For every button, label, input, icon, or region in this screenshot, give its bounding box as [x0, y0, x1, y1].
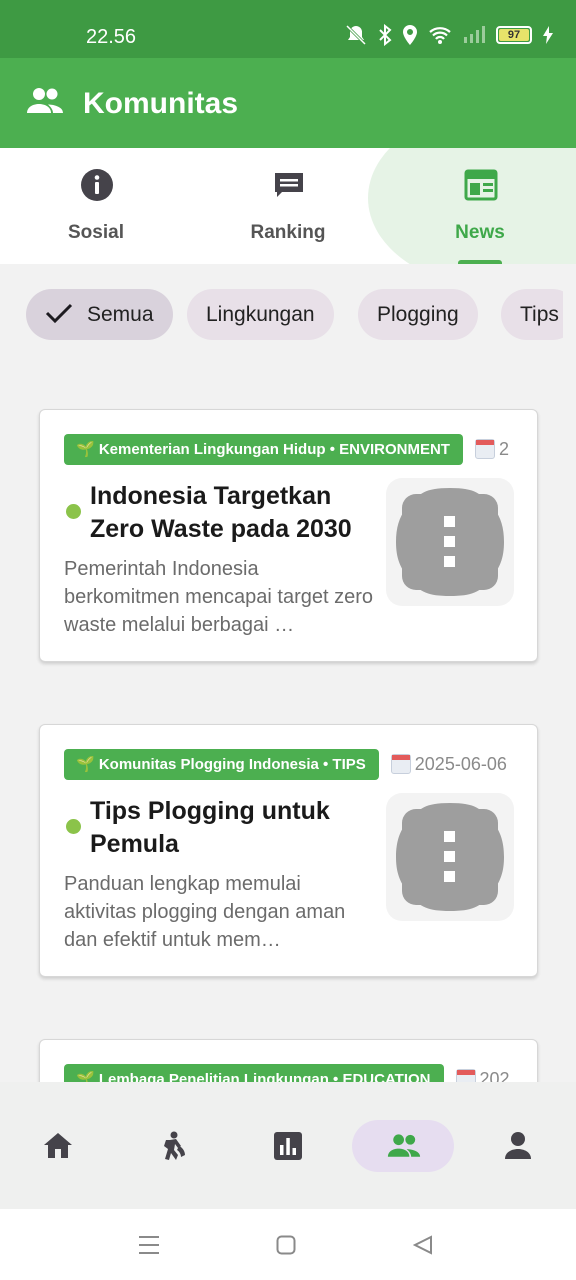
page-title: Komunitas	[83, 87, 239, 120]
calendar-icon	[474, 439, 495, 459]
status-dot	[66, 504, 81, 519]
source-badge: 🌱 Lembaga Penelitian Lingkungan • EDUCAT…	[64, 1064, 444, 1082]
card-meta: 🌱 Lembaga Penelitian Lingkungan • EDUCAT…	[64, 1064, 514, 1082]
home-button-icon[interactable]	[276, 1235, 296, 1255]
chip-label: Lingkungan	[206, 303, 315, 326]
app-bar: Komunitas	[0, 58, 576, 148]
menu-icon[interactable]	[138, 1235, 160, 1255]
people-icon	[27, 88, 63, 113]
news-card[interactable]: 🌱 Lembaga Penelitian Lingkungan • EDUCAT…	[39, 1039, 538, 1082]
info-icon	[81, 169, 113, 201]
article-thumbnail	[386, 478, 514, 606]
chip-plogging[interactable]: Plogging	[358, 289, 478, 340]
tab-news[interactable]: News	[384, 148, 576, 264]
newspaper-icon	[464, 169, 498, 201]
charging-icon	[543, 26, 553, 44]
chip-label: Semua	[87, 303, 154, 326]
chip-label: Tips	[520, 303, 559, 326]
status-dot	[66, 819, 81, 834]
news-list: 🌱 Kementerian Lingkungan Hidup • ENVIRON…	[0, 360, 576, 1082]
tab-sosial[interactable]: Sosial	[0, 148, 192, 264]
chip-semua[interactable]: Semua	[26, 289, 173, 340]
image-placeholder-icon	[396, 488, 504, 596]
status-time: 22.56	[86, 26, 137, 48]
news-card[interactable]: 🌱 Kementerian Lingkungan Hidup • ENVIRON…	[39, 409, 538, 662]
article-title: Tips Plogging untuk Pemula	[90, 797, 330, 858]
article-title: Indonesia Targetkan Zero Waste pada 2030	[90, 482, 352, 543]
chip-lingkungan[interactable]: Lingkungan	[187, 289, 334, 340]
nav-stats[interactable]	[237, 1120, 339, 1172]
system-nav-bar	[0, 1209, 576, 1280]
person-icon	[505, 1132, 531, 1159]
status-bar: 22.56 97	[0, 0, 576, 58]
date-text: 2025-06-06	[414, 754, 507, 774]
source-badge: 🌱 Komunitas Plogging Indonesia • TIPS	[64, 749, 379, 780]
home-icon	[44, 1133, 72, 1158]
tab-label: News	[455, 222, 505, 243]
nav-home[interactable]	[7, 1120, 109, 1172]
article-date: 2	[474, 434, 509, 465]
calendar-icon	[455, 1069, 476, 1082]
back-icon[interactable]	[413, 1235, 433, 1255]
chat-icon	[275, 173, 303, 197]
bottom-nav	[0, 1082, 576, 1209]
status-icons: 97	[344, 24, 554, 46]
chip-label: Plogging	[377, 303, 459, 326]
people-icon	[387, 1134, 421, 1157]
chip-tips[interactable]: Tips	[501, 289, 563, 340]
tab-ranking[interactable]: Ranking	[192, 148, 384, 264]
article-excerpt: Panduan lengkap memulai aktivitas ploggi…	[64, 873, 346, 951]
news-card[interactable]: 🌱 Komunitas Plogging Indonesia • TIPS 202…	[39, 724, 538, 977]
mute-icon	[345, 24, 367, 46]
nav-profile[interactable]	[467, 1120, 569, 1172]
image-placeholder-icon	[396, 803, 504, 911]
article-date: 202	[455, 1064, 510, 1082]
card-meta: 🌱 Kementerian Lingkungan Hidup • ENVIRON…	[64, 434, 514, 466]
card-meta: 🌱 Komunitas Plogging Indonesia • TIPS 202…	[64, 749, 514, 781]
bluetooth-icon	[379, 24, 392, 46]
source-badge: 🌱 Kementerian Lingkungan Hidup • ENVIRON…	[64, 434, 463, 465]
location-icon	[403, 25, 417, 45]
tab-indicator	[458, 260, 502, 264]
article-thumbnail	[386, 793, 514, 921]
date-text: 2	[498, 439, 509, 459]
wifi-icon	[429, 27, 451, 44]
article-date: 2025-06-06	[390, 749, 507, 780]
date-text: 202	[479, 1069, 510, 1082]
nav-plogging[interactable]	[122, 1120, 224, 1172]
battery-level: 97	[499, 29, 529, 41]
filter-chips: Semua Lingkungan Plogging Tips	[26, 289, 563, 341]
article-excerpt: Pemerintah Indonesia berkomitmen mencapa…	[64, 558, 374, 636]
battery-indicator: 97	[496, 26, 532, 44]
nav-community[interactable]	[352, 1120, 454, 1172]
top-tabs: Sosial Ranking News	[0, 148, 576, 264]
tab-label: Ranking	[250, 222, 326, 243]
bar-chart-icon	[274, 1132, 302, 1160]
check-icon	[45, 304, 73, 324]
tab-label: Sosial	[68, 222, 124, 243]
plogging-icon	[164, 1131, 185, 1160]
signal-icon	[464, 26, 485, 43]
calendar-icon	[390, 754, 411, 774]
